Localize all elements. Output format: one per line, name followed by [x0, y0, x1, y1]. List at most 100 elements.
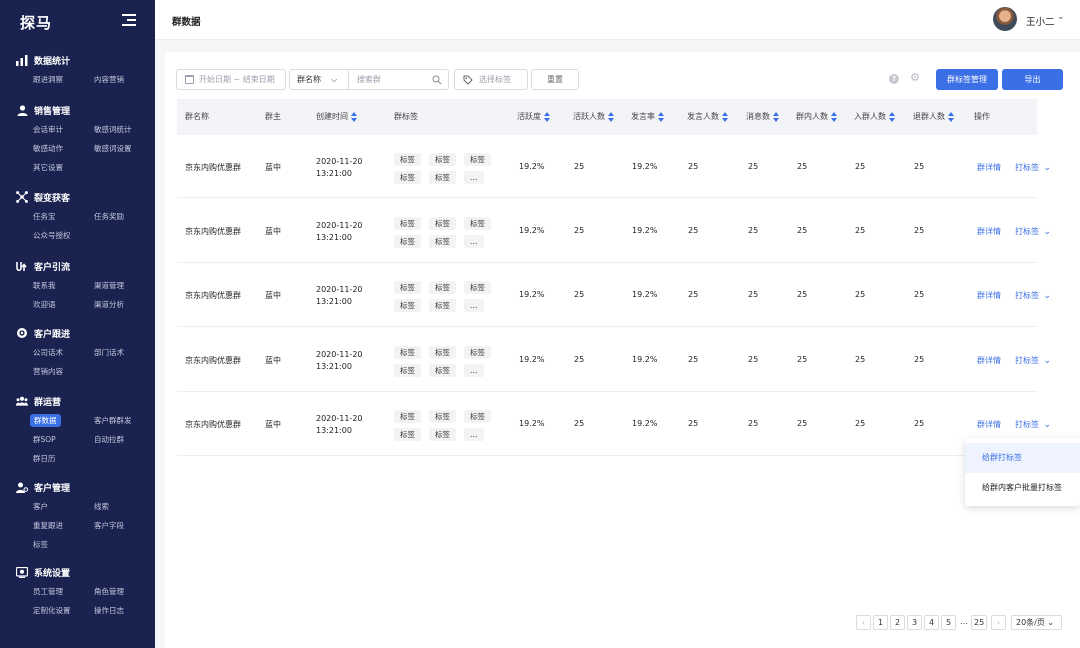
sidebar-item[interactable]: 公众号授权	[33, 226, 94, 245]
user-menu-caret-icon[interactable]: ⌄	[1057, 12, 1065, 22]
sidebar-item[interactable]: 客户群群发	[94, 411, 155, 430]
reset-button[interactable]: 重置	[531, 69, 579, 90]
cell-group-name: 京东内购优惠群	[185, 420, 241, 429]
sidebar-section-title[interactable]: 裂变获客	[0, 189, 155, 205]
sort-icon[interactable]	[889, 111, 895, 122]
col-created-time[interactable]: 创建时间	[316, 99, 357, 135]
sidebar-item[interactable]: 跟进洞察	[33, 70, 94, 89]
sidebar-item[interactable]: 客户字段	[94, 516, 155, 535]
sort-icon[interactable]	[722, 111, 728, 122]
group-detail-link[interactable]: 群详情	[977, 355, 1001, 366]
tag-action-link[interactable]: 打标签 ⌄	[1015, 162, 1051, 173]
sidebar-item[interactable]: 公司话术	[33, 343, 94, 362]
sort-icon[interactable]	[831, 111, 837, 122]
sort-icon[interactable]	[608, 111, 614, 122]
col-members[interactable]: 群内人数	[796, 99, 837, 135]
col-left[interactable]: 退群人数	[913, 99, 954, 135]
search-input[interactable]: 搜索群	[348, 69, 449, 90]
gear-icon[interactable]: ⚙	[910, 72, 920, 83]
group-detail-link[interactable]: 群详情	[977, 226, 1001, 237]
sidebar-item[interactable]: 客户	[33, 497, 94, 516]
sidebar-item[interactable]: 任务宝	[33, 207, 94, 226]
sidebar-item[interactable]: 会话审计	[33, 120, 94, 139]
page-number[interactable]: 25	[971, 615, 988, 630]
tag-action-link[interactable]: 打标签 ⌄	[1015, 355, 1051, 366]
dropdown-item-tag-group[interactable]: 给群打标签	[965, 443, 1080, 473]
sidebar-section-title[interactable]: 客户引流	[0, 258, 155, 274]
dropdown-item-batch-tag-customers[interactable]: 给群内客户批量打标签	[965, 473, 1080, 503]
sidebar-item[interactable]: 任务奖励	[94, 207, 155, 226]
sidebar-section-title[interactable]: 系统设置	[0, 564, 155, 580]
group-detail-link[interactable]: 群详情	[977, 162, 1001, 173]
sidebar-item[interactable]: 内容营销	[94, 70, 155, 89]
sort-icon[interactable]	[658, 111, 664, 122]
sidebar-item[interactable]: 标签	[33, 535, 94, 554]
prev-page-button[interactable]: ‹	[856, 615, 871, 630]
col-activity[interactable]: 活跃度	[517, 99, 550, 135]
sidebar-item[interactable]: 自动拉群	[94, 430, 155, 449]
sidebar-item[interactable]: 其它设置	[33, 158, 94, 177]
sidebar-section-title[interactable]: 群运营	[0, 393, 155, 409]
sidebar-section-title[interactable]: 客户管理	[0, 479, 155, 495]
page-size-select[interactable]: 20条/页 ⌄	[1011, 615, 1062, 630]
avatar[interactable]	[993, 7, 1017, 31]
page-number[interactable]: 2	[890, 615, 905, 630]
sidebar-item[interactable]: 渠道分析	[94, 295, 155, 314]
col-speak-rate[interactable]: 发言率	[631, 99, 664, 135]
sidebar-section-label: 裂变获客	[34, 193, 71, 204]
sidebar-section-label: 群运营	[34, 397, 62, 408]
sort-icon[interactable]	[948, 111, 954, 122]
sidebar-item[interactable]: 群数据	[30, 411, 94, 430]
sidebar-section-title[interactable]: 数据统计	[0, 52, 155, 68]
search-type-select[interactable]: 群名称 ⌵	[289, 69, 349, 90]
col-joined[interactable]: 入群人数	[854, 99, 895, 135]
help-icon[interactable]: ?	[889, 74, 899, 84]
sidebar-section-title[interactable]: 销售管理	[0, 102, 155, 118]
tag-select-placeholder: 选择标签	[479, 75, 511, 84]
sidebar-item[interactable]: 部门话术	[94, 343, 155, 362]
sidebar-item[interactable]: 敏感动作	[33, 139, 94, 158]
sidebar-section-title[interactable]: 客户跟进	[0, 325, 155, 341]
page-number[interactable]: 4	[924, 615, 939, 630]
user-name[interactable]: 王小二	[1026, 14, 1055, 28]
sidebar-item[interactable]: 渠道管理	[94, 276, 155, 295]
group-detail-link[interactable]: 群详情	[977, 419, 1001, 430]
collapse-menu-icon[interactable]	[122, 14, 136, 26]
page-number[interactable]: 5	[941, 615, 956, 630]
sidebar-item[interactable]: 营销内容	[33, 362, 94, 381]
next-page-button[interactable]: ›	[991, 615, 1006, 630]
sidebar-item[interactable]: 群日历	[33, 449, 94, 468]
tag-action-link[interactable]: 打标签 ⌄	[1015, 419, 1051, 430]
sidebar-item[interactable]: 员工管理	[33, 582, 94, 601]
sidebar-item[interactable]: 角色管理	[94, 582, 155, 601]
sidebar-item[interactable]: 重复跟进	[33, 516, 94, 535]
sort-icon[interactable]	[773, 111, 779, 122]
date-range-picker[interactable]: 开始日期 ~ 结束日期	[176, 69, 286, 90]
sidebar-item[interactable]: 定制化设置	[33, 601, 94, 620]
sidebar-item[interactable]: 群SOP	[33, 430, 94, 449]
tag-action-link[interactable]: 打标签 ⌄	[1015, 226, 1051, 237]
export-button[interactable]: 导出	[1002, 69, 1063, 90]
page-number[interactable]: 1	[873, 615, 888, 630]
col-active-count[interactable]: 活跃人数	[573, 99, 614, 135]
group-detail-link[interactable]: 群详情	[977, 290, 1001, 301]
sidebar-item[interactable]: 敏感词统计	[94, 120, 155, 139]
page-number[interactable]: 3	[907, 615, 922, 630]
brand-logo: 探马	[20, 14, 53, 32]
tag-select[interactable]: 选择标签	[454, 69, 528, 90]
col-messages[interactable]: 消息数	[746, 99, 779, 135]
tag-manage-button[interactable]: 群标签管理	[936, 69, 998, 90]
sidebar-section: 客户管理客户 线索 重复跟进 客户字段 标签	[0, 479, 155, 554]
sort-icon[interactable]	[351, 111, 357, 122]
sidebar-item[interactable]: 联系我	[33, 276, 94, 295]
sidebar-item[interactable]: 欢迎语	[33, 295, 94, 314]
col-speak-count[interactable]: 发言人数	[687, 99, 728, 135]
sidebar-item[interactable]: 线索	[94, 497, 155, 516]
group-tag: 标签	[429, 152, 456, 166]
sidebar-item[interactable]: 操作日志	[94, 601, 155, 620]
tag-action-link[interactable]: 打标签 ⌄	[1015, 290, 1051, 301]
cell-owner: 蓝中	[265, 355, 281, 365]
cell-left: 25	[914, 290, 925, 299]
sidebar-item[interactable]: 敏感词设置	[94, 139, 155, 158]
sort-icon[interactable]	[544, 111, 550, 122]
